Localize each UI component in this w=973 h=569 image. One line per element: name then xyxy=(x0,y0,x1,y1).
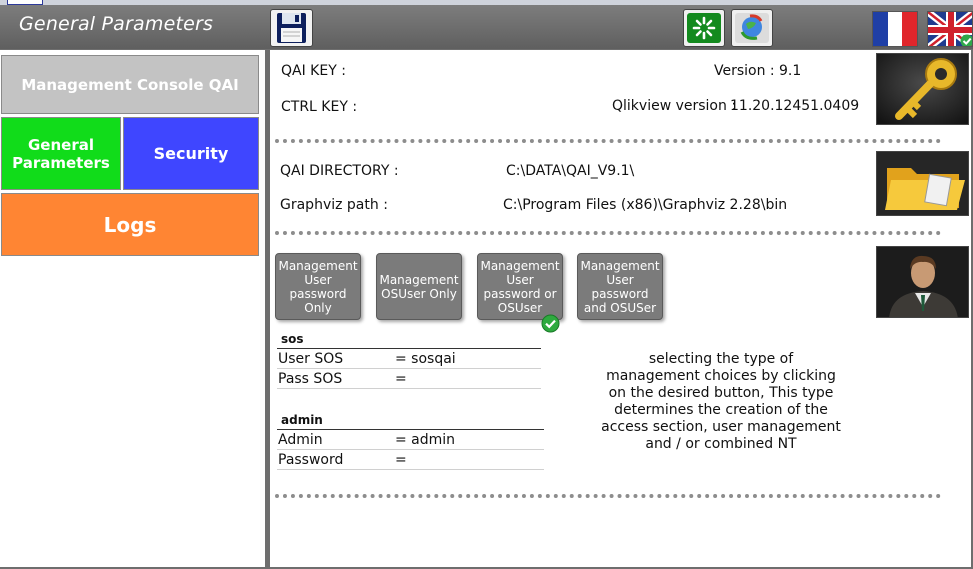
pass-sos-label: Pass SOS xyxy=(278,371,343,387)
app-window: General Parameters Management Console QA… xyxy=(0,0,973,569)
divider-3 xyxy=(275,494,941,498)
businessman-icon xyxy=(877,247,968,317)
key-image xyxy=(876,53,969,125)
user-sos-value[interactable]: = sosqai xyxy=(395,351,456,367)
sos-section-title: sos xyxy=(281,332,304,346)
ctrl-key-label: CTRL KEY : xyxy=(281,99,358,115)
refresh-button[interactable] xyxy=(731,9,773,47)
qlikview-version-value: 11.20.12451.0409 xyxy=(730,98,860,114)
admin-section-title: admin xyxy=(281,413,323,427)
admin-label: Admin xyxy=(278,432,323,448)
password-label: Password xyxy=(278,452,344,468)
uk-flag-icon[interactable] xyxy=(927,11,973,47)
french-flag-icon[interactable] xyxy=(872,11,918,47)
version-label: Version : xyxy=(714,63,775,79)
sos-title-rule xyxy=(277,348,541,349)
reload-button[interactable] xyxy=(683,9,725,47)
key-icon xyxy=(877,54,968,124)
selected-check-icon xyxy=(541,314,560,333)
loading-spinner-icon xyxy=(687,13,721,43)
pass-sos-value[interactable]: = xyxy=(395,371,407,387)
admin-value[interactable]: = admin xyxy=(395,432,455,448)
mode-osuser-only-button[interactable]: Management OSUser Only xyxy=(376,253,462,320)
flag-stripe-red xyxy=(902,12,918,46)
main-panel: QAI KEY : Version : 9.1 CTRL KEY : Qlikv… xyxy=(270,50,971,567)
qai-directory-value: C:\DATA\QAI_V9.1\ xyxy=(506,163,635,179)
refresh-globe-icon xyxy=(735,13,769,43)
sidebar-item-general-parameters[interactable]: General Parameters xyxy=(1,117,121,190)
page-title: General Parameters xyxy=(19,13,214,35)
graphviz-path-label: Graphviz path : xyxy=(280,197,388,213)
sidebar-item-console[interactable]: Management Console QAI xyxy=(1,55,259,114)
qai-key-label: QAI KEY : xyxy=(281,63,346,79)
management-type-description: selecting the type of management choices… xyxy=(601,351,841,452)
mode-password-or-osuser-button[interactable]: Management User password or OSUser xyxy=(477,253,563,320)
floppy-disk-icon xyxy=(277,13,306,43)
sos-row-rule-1 xyxy=(277,368,541,369)
mode-user-password-only-button[interactable]: Management User password Only xyxy=(275,253,361,320)
sidebar: Management Console QAI General Parameter… xyxy=(0,50,265,567)
folder-icon xyxy=(877,152,968,215)
qlikview-version-label: Qlikview version : xyxy=(612,98,737,114)
user-sos-label: User SOS xyxy=(278,351,344,367)
flag-stripe-blue xyxy=(873,12,888,46)
admin-row-rule-2 xyxy=(277,469,544,470)
qai-directory-label: QAI DIRECTORY : xyxy=(280,163,399,179)
header-bar: General Parameters xyxy=(0,5,973,49)
uk-flag-graphic xyxy=(928,12,972,46)
admin-row-rule-1 xyxy=(277,449,544,450)
version-value: 9.1 xyxy=(779,63,802,79)
sos-row-rule-2 xyxy=(277,388,541,389)
divider-2 xyxy=(275,231,941,235)
save-button[interactable] xyxy=(270,9,313,47)
sidebar-item-logs[interactable]: Logs xyxy=(1,193,259,256)
mode-password-and-osuser-button[interactable]: Management User password and OSUSer xyxy=(577,253,663,320)
admin-title-rule xyxy=(277,429,544,430)
password-value[interactable]: = xyxy=(395,452,407,468)
graphviz-path-value: C:\Program Files (x86)\Graphviz 2.28\bin xyxy=(503,197,788,213)
sidebar-item-security[interactable]: Security xyxy=(123,117,259,190)
divider-1 xyxy=(275,139,941,143)
user-image xyxy=(876,246,969,318)
folder-image xyxy=(876,151,969,216)
flag-stripe-white xyxy=(887,12,903,46)
